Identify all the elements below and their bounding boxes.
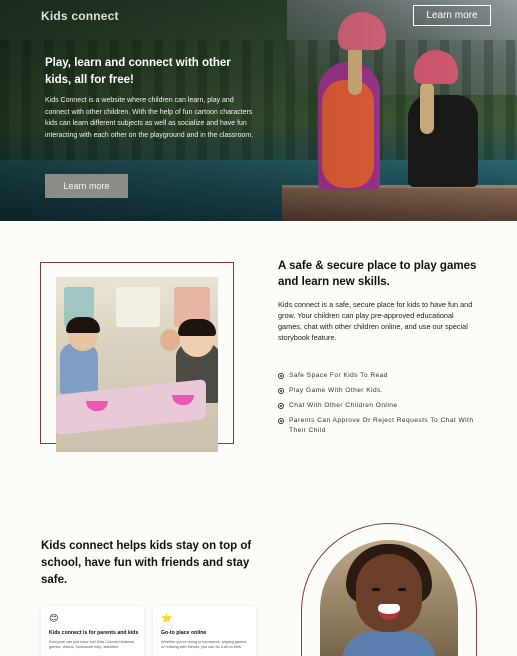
feature-card-title: Go-to place online	[161, 630, 207, 636]
girl-eye	[398, 588, 406, 591]
classroom-photo	[56, 277, 218, 452]
feature-list-item: Parents Can Approve Or Reject Requests T…	[278, 416, 483, 436]
site-logo[interactable]: Kids connect	[41, 9, 119, 23]
feature-label: Safe Space For Kids To Read	[289, 372, 388, 379]
star-icon: ⭐	[161, 613, 173, 623]
classroom-kid-face	[160, 329, 180, 351]
feature-list-item: Chat With Other Children Online	[278, 401, 483, 411]
feature-card: ⭐ Go-to place online Whether you're doin…	[153, 606, 256, 656]
hero-title: Play, learn and connect with other kids,…	[45, 57, 231, 86]
feature-list: Safe Space For Kids To Read Play Game Wi…	[278, 371, 483, 441]
feature-list-item: Safe Space For Kids To Read	[278, 371, 483, 381]
girl-face	[356, 554, 422, 632]
feature-label: Play Game With Other Kids.	[289, 387, 384, 394]
circle-bullet-icon	[278, 403, 284, 409]
circle-bullet-icon	[278, 373, 284, 379]
feature-card-text: Everyone can just have fun! Kids Connect…	[49, 640, 135, 649]
classroom-kid-hair	[178, 319, 216, 336]
smiley-icon: 😊	[49, 613, 59, 623]
header-learn-more-button[interactable]: Learn more	[413, 5, 491, 26]
hero-section: Kids connect Learn more Play, learn and …	[0, 0, 517, 221]
classroom-wall-art	[116, 287, 160, 327]
circle-bullet-icon	[278, 418, 284, 424]
feature-list-item: Play Game With Other Kids.	[278, 386, 483, 396]
hero-learn-more-button[interactable]: Learn more	[45, 174, 128, 198]
feature-card-title: Kids connect is for parents and kids	[49, 630, 139, 636]
safe-section-description: Kids connect is a safe, secure place for…	[278, 300, 473, 342]
feature-label: Chat With Other Children Online	[289, 402, 398, 409]
stay-section-title: Kids connect helps kids stay on top of s…	[41, 540, 252, 586]
hero-description: Kids Connect is a website where children…	[45, 97, 254, 139]
circle-bullet-icon	[278, 388, 284, 394]
classroom-kid-shirt	[60, 343, 98, 395]
feature-label: Parents Can Approve Or Reject Requests T…	[289, 417, 474, 434]
safe-section-title: A safe & secure place to play games and …	[278, 260, 477, 288]
girl-eye	[372, 588, 380, 591]
feature-card: 😊 Kids connect is for parents and kids E…	[41, 606, 144, 656]
classroom-kid-hair	[66, 317, 100, 333]
feature-card-text: Whether you're doing to homework, playin…	[161, 640, 247, 649]
girl-shirt	[342, 632, 436, 656]
